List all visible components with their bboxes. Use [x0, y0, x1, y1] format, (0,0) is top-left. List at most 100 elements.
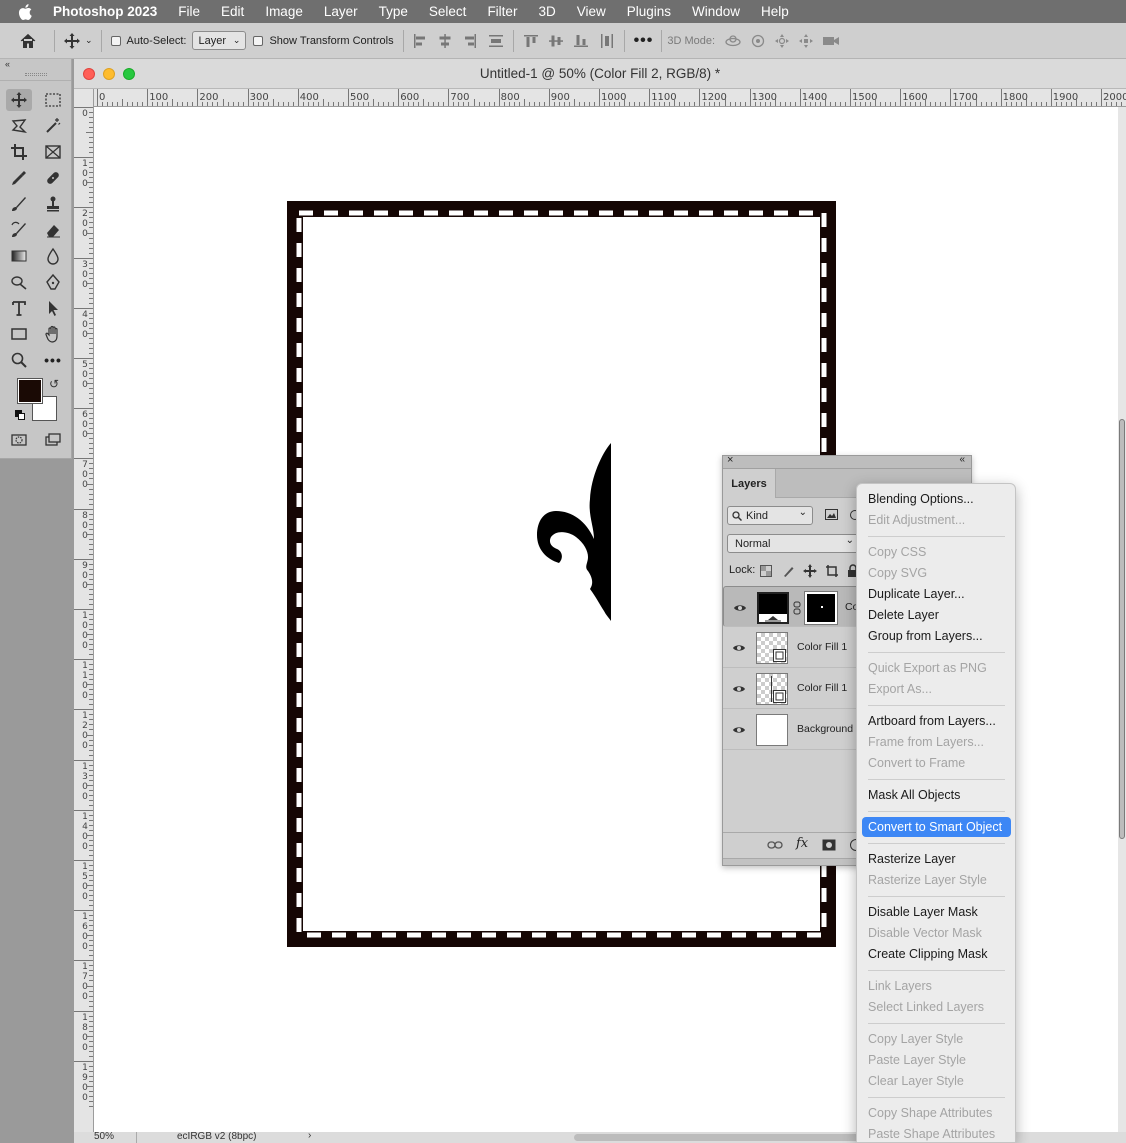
auto-select-checkbox[interactable]	[110, 35, 121, 46]
menu-select[interactable]: Select	[429, 4, 467, 19]
menu-item-group-from-layers[interactable]: Group from Layers...	[862, 626, 1011, 646]
pen-tool-icon[interactable]	[40, 271, 66, 293]
more-tools-icon[interactable]: •••	[40, 349, 66, 371]
healing-brush-tool-icon[interactable]	[40, 167, 66, 189]
eye-icon[interactable]	[733, 601, 747, 615]
distribute-vertical-icon[interactable]	[599, 33, 615, 49]
vertical-scrollbar[interactable]	[1118, 107, 1126, 1132]
menu-file[interactable]: File	[178, 4, 200, 19]
layer-thumbnail[interactable]	[757, 592, 789, 624]
menu-item-duplicate-layer[interactable]: Duplicate Layer...	[862, 584, 1011, 604]
grip-icon[interactable]	[25, 73, 47, 76]
lock-transparent-pixels-icon[interactable]	[760, 565, 772, 577]
eye-icon[interactable]	[732, 682, 746, 696]
layer-effects-icon[interactable]: fx	[796, 836, 808, 851]
menu-type[interactable]: Type	[379, 4, 408, 19]
layer-thumbnail[interactable]	[756, 632, 788, 664]
rectangle-tool-icon[interactable]	[6, 323, 32, 345]
eyedropper-tool-icon[interactable]	[6, 167, 32, 189]
frame-tool-icon[interactable]	[40, 141, 66, 163]
apple-icon[interactable]	[17, 3, 35, 21]
swap-colors-icon[interactable]: ↺	[49, 377, 59, 391]
distribute-icon[interactable]	[488, 33, 504, 49]
eye-icon[interactable]	[732, 723, 746, 737]
blur-tool-icon[interactable]	[40, 245, 66, 267]
align-left-edges-icon[interactable]	[412, 33, 428, 49]
menu-3d[interactable]: 3D	[538, 4, 555, 19]
align-bottom-edges-icon[interactable]	[573, 33, 589, 49]
layer-filter-dropdown[interactable]: Kind ⌄	[727, 506, 813, 525]
layer-name[interactable]: Color Fill 1	[797, 682, 847, 694]
quick-mask-icon[interactable]	[6, 429, 32, 451]
menu-item-artboard-from-layers[interactable]: Artboard from Layers...	[862, 711, 1011, 731]
menu-item-disable-layer-mask[interactable]: Disable Layer Mask	[862, 902, 1011, 922]
zoom-tool-icon[interactable]	[6, 349, 32, 371]
align-horizontal-centers-icon[interactable]	[437, 33, 453, 49]
chevron-down-icon[interactable]: ⌄	[85, 35, 93, 46]
clone-stamp-tool-icon[interactable]	[40, 193, 66, 215]
marquee-tool-icon[interactable]	[40, 89, 66, 111]
screen-mode-icon[interactable]	[40, 429, 66, 451]
zoom-level[interactable]: 50%	[94, 1132, 114, 1142]
link-layers-icon[interactable]	[767, 840, 783, 850]
horizontal-ruler[interactable]: 0 100 200 300 400 500 600 700 800 900 1000 1100 1200…	[94, 89, 1126, 107]
magic-wand-tool-icon[interactable]	[40, 115, 66, 137]
align-right-edges-icon[interactable]	[462, 33, 478, 49]
home-icon[interactable]	[18, 32, 38, 50]
foreground-color-swatch[interactable]	[17, 378, 43, 404]
3d-roll-icon[interactable]	[750, 33, 766, 49]
3d-orbit-icon[interactable]	[724, 33, 742, 49]
menu-item-blending-options[interactable]: Blending Options...	[862, 489, 1011, 509]
3d-camera-icon[interactable]	[822, 34, 840, 48]
layer-thumbnail[interactable]	[756, 714, 788, 746]
type-tool-icon[interactable]	[6, 297, 32, 319]
auto-select-dropdown[interactable]: Layer ⌄	[192, 31, 247, 50]
default-colors-icon[interactable]	[15, 410, 25, 420]
hand-tool-icon[interactable]	[40, 323, 66, 345]
collapse-icon[interactable]: «	[5, 59, 10, 69]
align-top-edges-icon[interactable]	[523, 33, 539, 49]
menu-plugins[interactable]: Plugins	[627, 4, 671, 19]
close-panel-icon[interactable]: ×	[727, 456, 733, 466]
dodge-tool-icon[interactable]	[6, 271, 32, 293]
menu-help[interactable]: Help	[761, 4, 789, 19]
layer-name[interactable]: Background	[797, 723, 853, 735]
crop-tool-icon[interactable]	[6, 141, 32, 163]
move-tool-icon[interactable]	[6, 89, 32, 111]
history-brush-tool-icon[interactable]	[6, 219, 32, 241]
vertical-ruler[interactable]: 0 100 200 300 400 500 600 700 800 900 1000 1100 1200…	[74, 89, 94, 1133]
chevron-right-icon[interactable]: ›	[308, 1132, 311, 1141]
eraser-tool-icon[interactable]	[40, 219, 66, 241]
filter-pixel-icon[interactable]	[825, 509, 838, 521]
3d-pan-icon[interactable]	[774, 33, 790, 49]
menu-layer[interactable]: Layer	[324, 4, 358, 19]
lock-artboard-icon[interactable]	[825, 564, 839, 578]
menu-item-create-clipping-mask[interactable]: Create Clipping Mask	[862, 944, 1011, 964]
menu-window[interactable]: Window	[692, 4, 740, 19]
lasso-tool-icon[interactable]	[6, 115, 32, 137]
path-selection-tool-icon[interactable]	[40, 297, 66, 319]
menu-item-delete-layer[interactable]: Delete Layer	[862, 605, 1011, 625]
add-mask-icon[interactable]	[822, 839, 836, 851]
menu-item-rasterize-layer[interactable]: Rasterize Layer	[862, 849, 1011, 869]
link-icon[interactable]	[793, 601, 801, 615]
lock-image-pixels-icon[interactable]	[782, 564, 796, 578]
menu-view[interactable]: View	[577, 4, 606, 19]
blend-mode-dropdown[interactable]: Normal ⌄	[727, 534, 859, 553]
lock-position-icon[interactable]	[803, 564, 817, 578]
layer-name[interactable]: Color Fill 1	[797, 641, 847, 653]
menu-filter[interactable]: Filter	[487, 4, 517, 19]
3d-slide-icon[interactable]	[798, 33, 814, 49]
collapse-panel-icon[interactable]: «	[959, 456, 965, 465]
more-options-icon[interactable]: •••	[634, 32, 654, 50]
layer-mask-thumbnail[interactable]	[804, 591, 838, 625]
gradient-tool-icon[interactable]	[6, 245, 32, 267]
horizontal-scrollbar-thumb[interactable]	[574, 1134, 864, 1141]
align-vertical-centers-icon[interactable]	[548, 33, 564, 49]
move-tool-preset-icon[interactable]	[63, 32, 81, 50]
show-transform-checkbox[interactable]	[253, 35, 264, 46]
brush-tool-icon[interactable]	[6, 193, 32, 215]
menu-item-convert-to-smart-object[interactable]: Convert to Smart Object	[862, 817, 1011, 837]
menu-image[interactable]: Image	[265, 4, 303, 19]
menu-edit[interactable]: Edit	[221, 4, 244, 19]
